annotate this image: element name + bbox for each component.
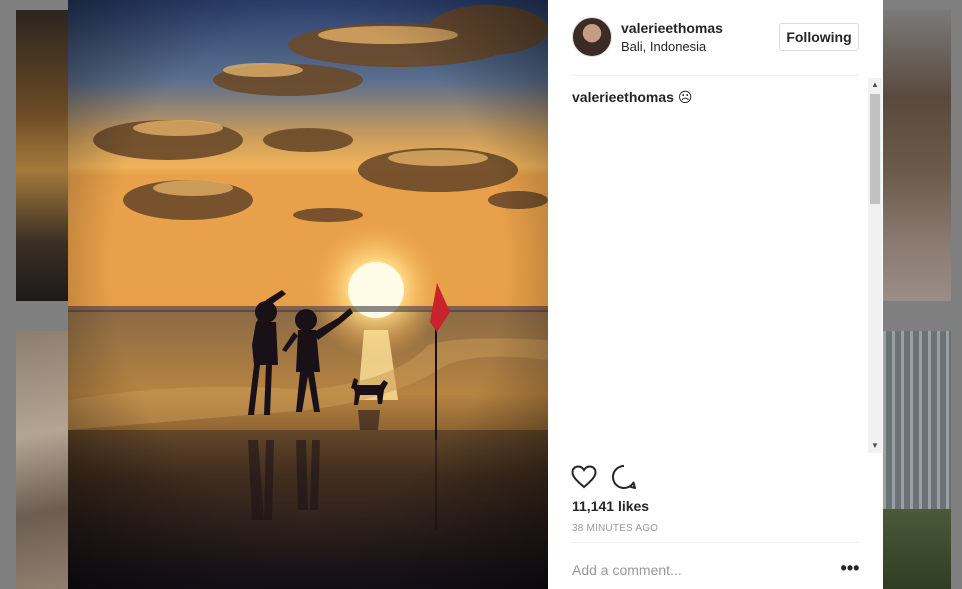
post-actions bbox=[570, 463, 638, 491]
scrollbar-thumb[interactable] bbox=[870, 94, 880, 204]
sunset-beach-image bbox=[68, 0, 548, 589]
post-header: valerieethomas Bali, Indonesia Following bbox=[548, 0, 883, 76]
post-photo[interactable] bbox=[68, 0, 548, 589]
post-modal: valerieethomas Bali, Indonesia Following… bbox=[68, 0, 883, 589]
caption-username[interactable]: valerieethomas bbox=[572, 89, 674, 105]
background-thumbnail[interactable] bbox=[883, 331, 951, 589]
background-thumbnail[interactable] bbox=[16, 331, 68, 589]
background-thumbnail[interactable] bbox=[16, 10, 68, 301]
heart-icon bbox=[571, 465, 597, 489]
caption: valerieethomas ☹ bbox=[572, 89, 692, 106]
comments-scrollbar[interactable]: ▲ ▼ bbox=[868, 78, 882, 453]
comment-button[interactable] bbox=[610, 463, 638, 491]
location-link[interactable]: Bali, Indonesia bbox=[621, 39, 706, 54]
scroll-down-arrow-icon[interactable]: ▼ bbox=[868, 439, 882, 453]
post-sidebar: valerieethomas Bali, Indonesia Following… bbox=[548, 0, 883, 589]
divider bbox=[572, 75, 859, 76]
more-options-icon[interactable]: ••• bbox=[839, 559, 861, 582]
scroll-up-arrow-icon[interactable]: ▲ bbox=[868, 78, 882, 92]
avatar[interactable] bbox=[572, 17, 612, 57]
comments-list[interactable]: valerieethomas ☹ bbox=[572, 78, 868, 453]
post-timestamp[interactable]: 38 MINUTES AGO bbox=[572, 523, 658, 534]
likes-count[interactable]: 11,141 likes bbox=[572, 498, 649, 514]
username-link[interactable]: valerieethomas bbox=[621, 20, 723, 36]
background-thumbnail[interactable] bbox=[883, 10, 951, 301]
comment-icon bbox=[612, 464, 636, 489]
comment-input[interactable] bbox=[572, 558, 822, 582]
caption-text: ☹ bbox=[677, 89, 693, 105]
divider bbox=[572, 542, 859, 543]
like-button[interactable] bbox=[570, 463, 598, 491]
following-button[interactable]: Following bbox=[779, 23, 859, 51]
